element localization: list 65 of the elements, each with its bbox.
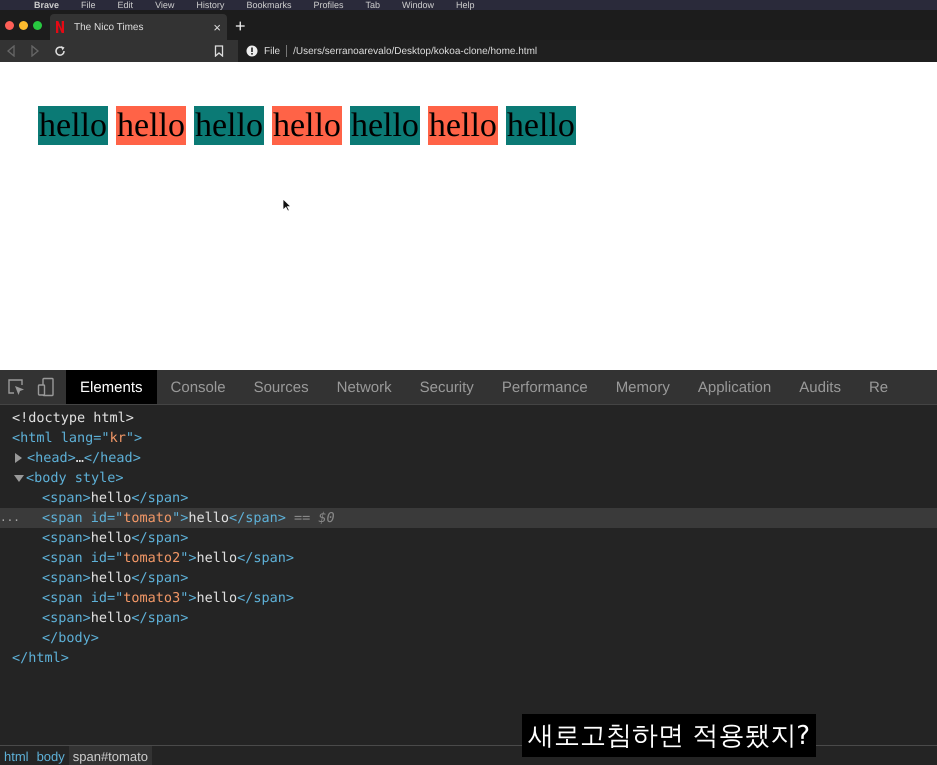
hello-text: hello: [38, 106, 108, 145]
menu-item[interactable]: Bookmarks: [246, 0, 292, 10]
browser-tab[interactable]: The Nico Times ×: [50, 14, 227, 40]
more-dots[interactable]: ...: [0, 508, 20, 528]
dom-node-line[interactable]: <span id="tomato3">hello</span>: [42, 588, 294, 608]
menu-item[interactable]: Help: [456, 0, 475, 10]
hello-text: hello: [350, 106, 420, 145]
devtools-tab[interactable]: Audits: [785, 370, 855, 404]
url-text: /Users/serranoarevalo/Desktop/kokoa-clone/home.html: [293, 46, 538, 56]
inspect-element-icon[interactable]: [6, 377, 26, 397]
subtitle-caption: 새로고침하면 적용됐지?: [522, 714, 816, 757]
minimize-window-button[interactable]: [19, 20, 28, 30]
dom-node-line[interactable]: <span>hello</span>: [42, 568, 188, 588]
menu-item[interactable]: Profiles: [313, 0, 344, 10]
hello-text: hello: [194, 106, 264, 145]
dom-node-line[interactable]: <html lang="kr">: [12, 428, 142, 448]
dom-node-line[interactable]: <span>hello</span>: [42, 488, 188, 508]
dom-node-line[interactable]: <span>hello</span>: [42, 608, 188, 628]
breadcrumb-item[interactable]: span#tomato: [68, 746, 152, 765]
devtools-tab[interactable]: Application: [684, 370, 786, 404]
mouse-pointer-icon: [282, 198, 292, 212]
menu-item[interactable]: View: [155, 0, 174, 10]
tab-title: The Nico Times: [74, 22, 144, 32]
zoom-window-button[interactable]: [33, 20, 42, 30]
expanded-triangle-icon[interactable]: [14, 475, 24, 482]
hello-text: hello: [428, 106, 498, 145]
bookmark-icon[interactable]: [214, 45, 224, 57]
devtools-tab[interactable]: Elements: [66, 370, 157, 404]
info-icon: [246, 45, 258, 57]
url-scheme: File: [264, 46, 280, 56]
hello-text: hello: [506, 106, 576, 145]
dom-node-line[interactable]: <!doctype html>: [12, 408, 134, 428]
devtools-tab[interactable]: Console: [156, 370, 240, 404]
dom-node-line[interactable]: <span>hello</span>: [42, 528, 188, 548]
reload-icon[interactable]: [54, 45, 66, 57]
devtools-tab[interactable]: Re: [854, 370, 902, 404]
hello-text: hello: [272, 106, 342, 145]
devtools-tab[interactable]: Network: [322, 370, 406, 404]
favicon-icon: [56, 21, 64, 33]
address-bar[interactable]: File /Users/serranoarevalo/Desktop/kokoa-clone/home.html: [238, 40, 937, 62]
devtools-tab[interactable]: Sources: [240, 370, 323, 404]
breadcrumb-item[interactable]: body: [32, 746, 69, 765]
menu-item[interactable]: Edit: [118, 0, 134, 10]
menu-item[interactable]: History: [196, 0, 224, 10]
hello-text: hello: [116, 106, 186, 145]
device-toolbar-icon[interactable]: [36, 377, 56, 397]
app-menu[interactable]: Brave: [34, 0, 60, 10]
breadcrumb-item[interactable]: html: [0, 746, 33, 765]
close-window-button[interactable]: [5, 20, 14, 30]
dom-node-line[interactable]: <span id="tomato2">hello</span>: [42, 548, 294, 568]
tab-close-button[interactable]: ×: [213, 20, 221, 34]
selected-dom-row[interactable]: ... <span id="tomato">hello</span> == $0: [0, 508, 937, 528]
dom-node-line[interactable]: <body style>: [26, 468, 124, 488]
devtools-tab[interactable]: Security: [406, 370, 488, 404]
devtools-tab[interactable]: Performance: [488, 370, 602, 404]
dom-node-line[interactable]: <span id="tomato">hello</span> == $0: [42, 508, 335, 528]
dom-node-line[interactable]: <head>…</head>: [27, 448, 141, 468]
menu-item[interactable]: Tab: [365, 0, 380, 10]
menu-item[interactable]: File: [81, 0, 96, 10]
collapsed-triangle-icon[interactable]: [15, 453, 22, 463]
devtools-tab[interactable]: Memory: [602, 370, 684, 404]
dom-node-line[interactable]: </body>: [42, 628, 99, 648]
dom-node-line[interactable]: </html>: [12, 648, 69, 668]
menu-item[interactable]: Window: [402, 0, 434, 10]
new-tab-button[interactable]: +: [235, 16, 246, 37]
